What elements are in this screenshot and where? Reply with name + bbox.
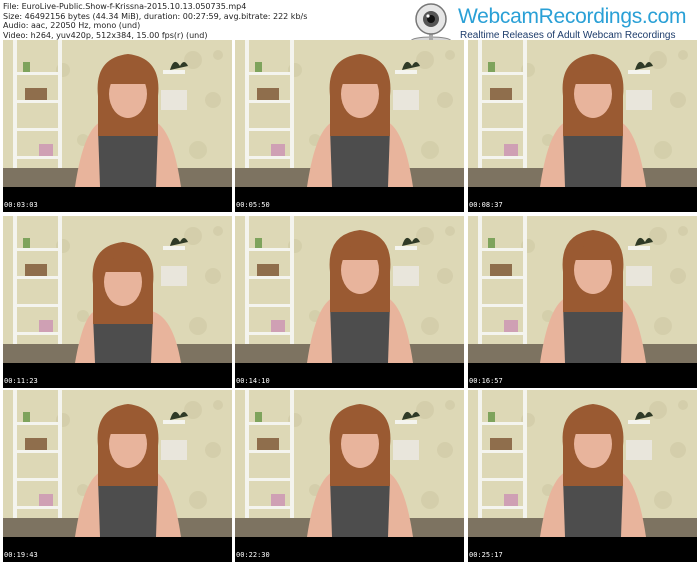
audio-info-line: Audio: aac, 22050 Hz, mono (und)	[3, 21, 141, 30]
thumbnail-timestamp: 00:03:03	[4, 201, 38, 209]
thumbnail-grid: 00:03:03 00:05:50 00:08:37 00:11:23 00:1…	[3, 40, 697, 562]
thumbnail-timestamp: 00:14:10	[236, 377, 270, 385]
video-thumbnail: 00:08:37	[468, 40, 697, 212]
file-size-line: Size: 46492156 bytes (44.34 MiB), durati…	[3, 11, 308, 21]
file-name-line: File: EuroLive-Public.Show-f-Krissna-201…	[3, 2, 247, 11]
logo-brand: WebcamRecordings.com	[458, 5, 687, 28]
video-info-line: Video: h264, yuv420p, 512x384, 15.00 fps…	[3, 30, 208, 40]
video-thumbnail: 00:03:03	[3, 40, 232, 212]
thumbnail-timestamp: 00:05:50	[236, 201, 270, 209]
thumbnail-timestamp: 00:19:43	[4, 551, 38, 559]
video-thumbnail: 00:22:30	[235, 390, 464, 562]
video-thumbnail: 00:11:23	[3, 216, 232, 388]
video-thumbnail: 00:19:43	[3, 390, 232, 562]
file-info: File: EuroLive-Public.Show-f-Krissna-201…	[3, 2, 307, 40]
thumbnail-timestamp: 00:11:23	[4, 377, 38, 385]
video-thumbnail: 00:14:10	[235, 216, 464, 388]
video-thumbnail: 00:16:57	[468, 216, 697, 388]
thumbnail-timestamp: 00:08:37	[469, 201, 503, 209]
video-thumbnail: 00:05:50	[235, 40, 464, 212]
thumbnail-timestamp: 00:22:30	[236, 551, 270, 559]
thumbnail-timestamp: 00:25:17	[469, 551, 503, 559]
video-thumbnail: 00:25:17	[468, 390, 697, 562]
thumbnail-timestamp: 00:16:57	[469, 377, 503, 385]
